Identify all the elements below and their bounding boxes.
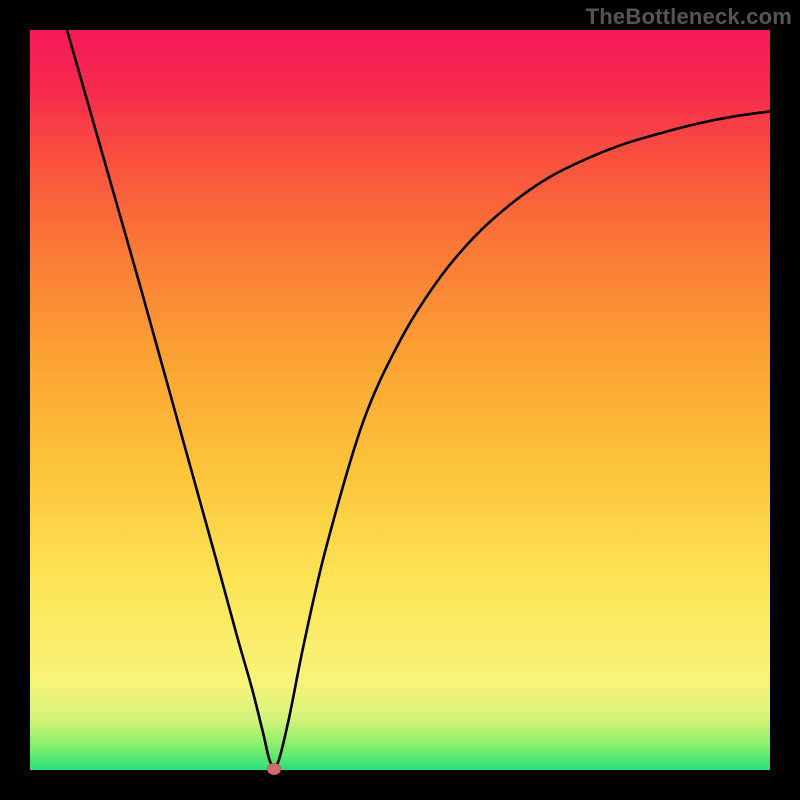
chart-frame: TheBottleneck.com (0, 0, 800, 800)
bottleneck-curve (67, 30, 770, 767)
optimum-marker (267, 763, 281, 775)
curve-svg (30, 30, 770, 770)
plot-area (30, 30, 770, 770)
watermark-text: TheBottleneck.com (586, 4, 792, 30)
